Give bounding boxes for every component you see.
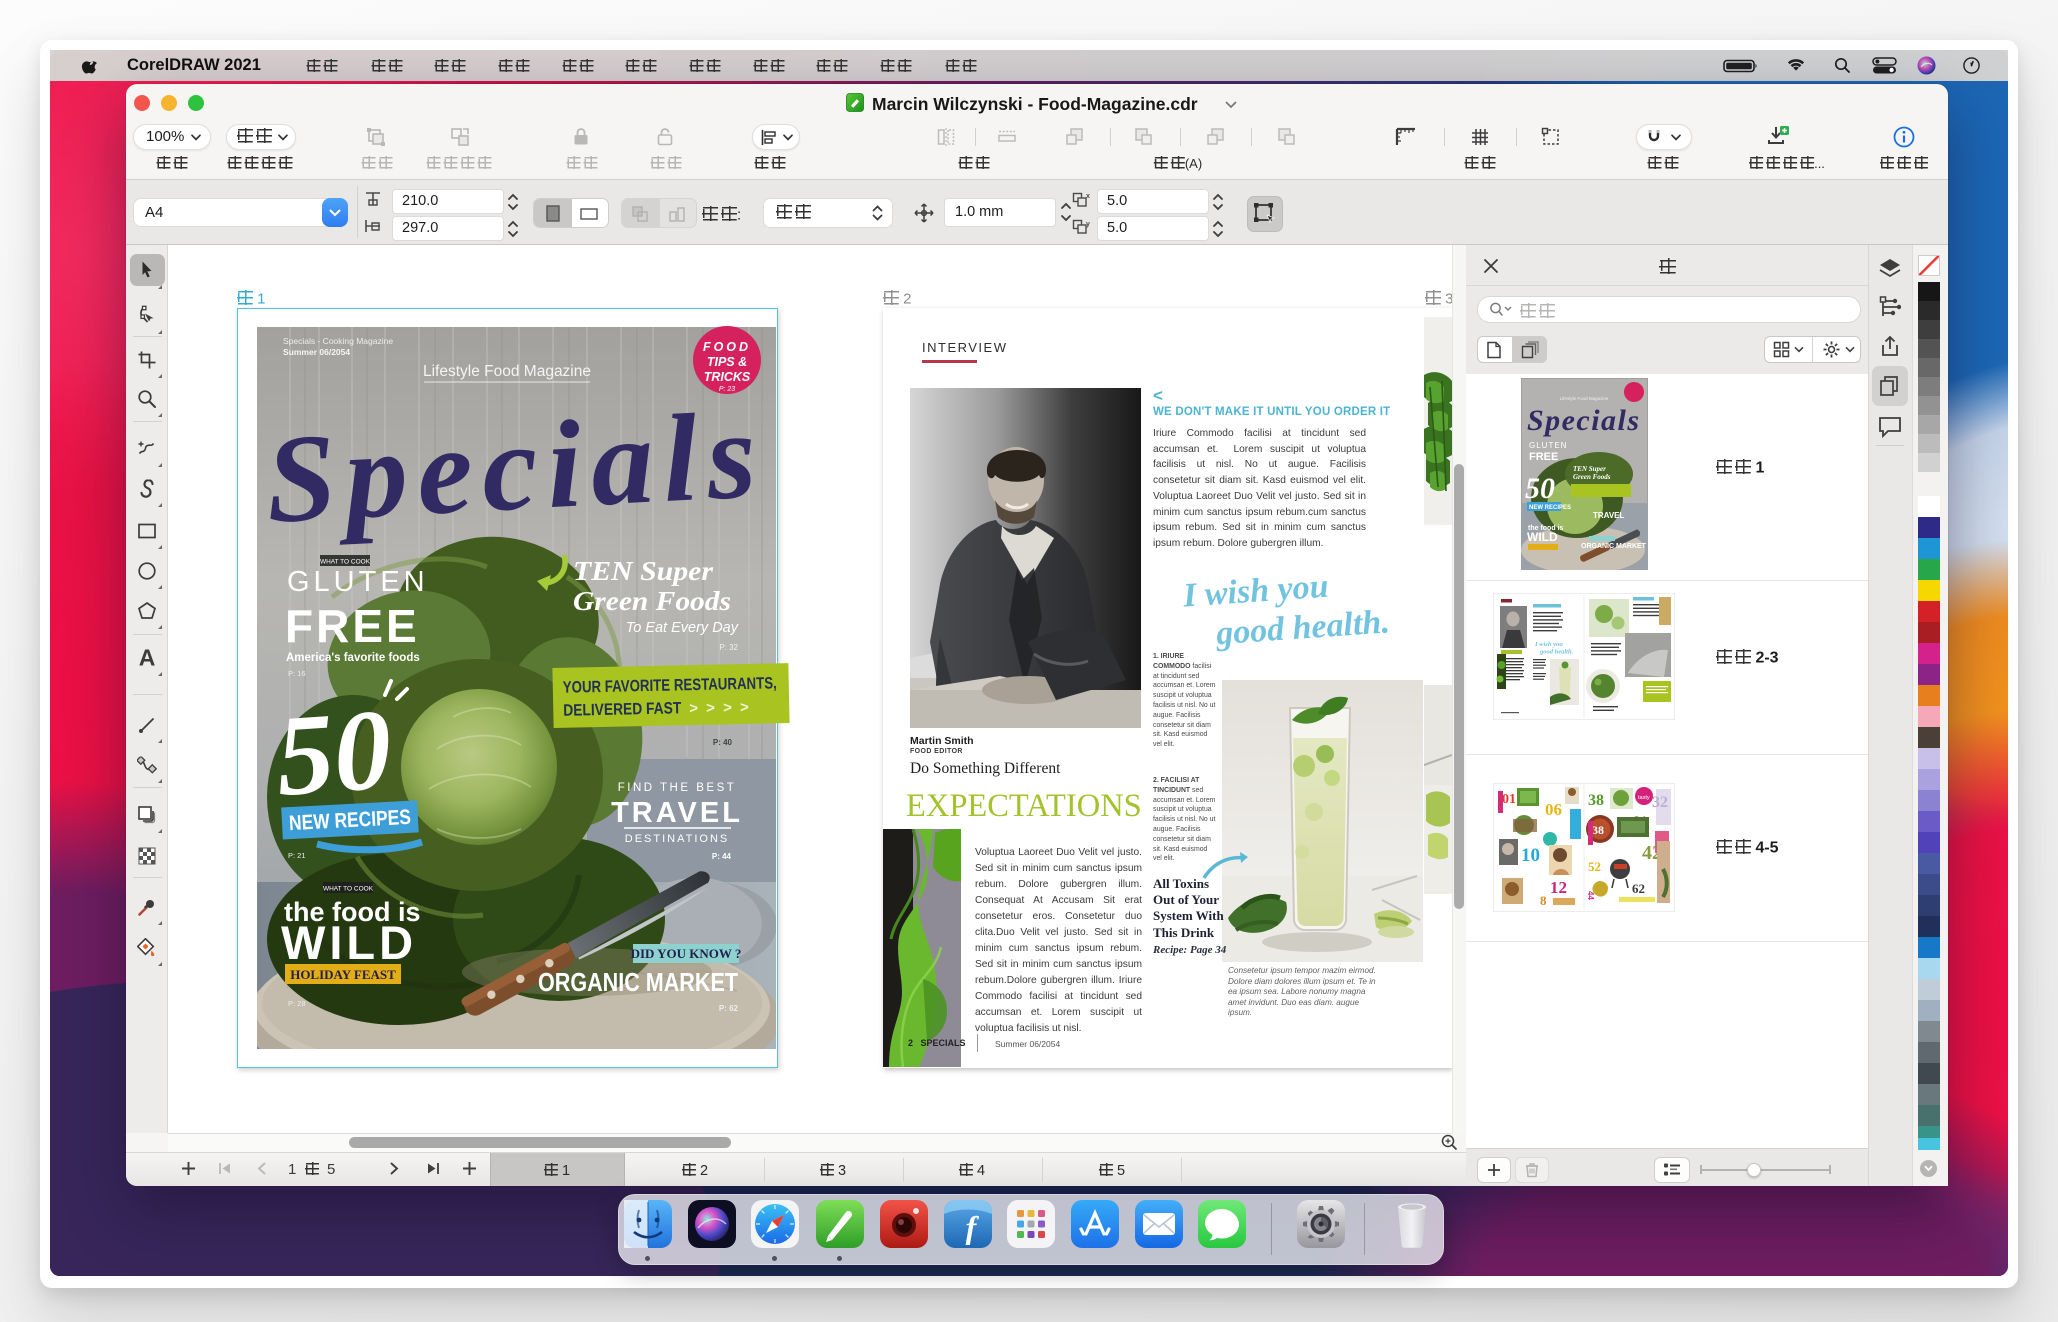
svg-text:TRAVEL: TRAVEL [611,797,743,829]
svg-text:Green Foods: Green Foods [573,586,731,616]
svg-text:DELIVERED FAST: DELIVERED FAST [563,699,681,719]
svg-text:06: 06 [1545,800,1562,819]
svg-text:good health.: good health. [1539,649,1574,656]
svg-text:TRICKS: TRICKS [704,370,751,384]
svg-text:44: 44 [1586,891,1595,900]
svg-text:P: 62: P: 62 [719,1004,739,1013]
svg-text:38: 38 [1588,792,1604,809]
svg-text:NEW RECIPES: NEW RECIPES [1529,505,1571,511]
svg-text:y: y [1086,221,1090,228]
svg-text:Lifestyle Food Magazine: Lifestyle Food Magazine [423,363,591,380]
svg-text:P: 44: P: 44 [712,852,732,861]
svg-text:62: 62 [1632,881,1645,896]
svg-text:GLUTEN: GLUTEN [287,566,429,598]
svg-text:> > > >: > > > > [689,699,751,717]
svg-text:Summer 06/2054: Summer 06/2054 [283,347,350,357]
svg-text:To Eat Every Day: To Eat Every Day [626,620,739,636]
svg-text:America's favorite foods: America's favorite foods [286,652,420,664]
svg-text:x: x [1086,193,1090,200]
svg-text:ORGANIC MARKET: ORGANIC MARKET [1581,543,1647,550]
svg-text:GLUTEN: GLUTEN [1529,441,1567,450]
svg-text:WILD: WILD [281,916,417,969]
svg-text:tasty: tasty [1638,795,1650,801]
svg-text:FIND THE BEST: FIND THE BEST [618,782,737,794]
svg-text:50: 50 [1525,472,1555,505]
svg-text:50: 50 [272,685,396,820]
svg-text:52: 52 [1588,859,1601,874]
svg-text:WHAT TO COOK: WHAT TO COOK [323,886,374,893]
svg-text:FREE: FREE [1529,451,1558,463]
svg-text:TEN Super: TEN Super [573,556,714,586]
svg-text:DESTINATIONS: DESTINATIONS [625,833,729,845]
svg-text:FREE: FREE [285,600,420,652]
svg-text:38: 38 [1592,823,1604,837]
svg-text:WHAT TO COOK: WHAT TO COOK [320,559,371,566]
svg-text:HOLIDAY FEAST: HOLIDAY FEAST [290,967,396,982]
svg-text:01: 01 [1502,792,1516,807]
svg-text:Specials - Cooking Magazine: Specials - Cooking Magazine [283,336,393,346]
svg-text:8: 8 [1540,893,1547,908]
svg-text:P: 21: P: 21 [288,851,306,860]
svg-text:TEN Super: TEN Super [1573,465,1606,473]
svg-text:P: 16: P: 16 [288,669,306,678]
svg-text:TIPS &: TIPS & [707,355,747,369]
svg-text:Green Foods: Green Foods [1573,473,1611,481]
svg-text:I wish you: I wish you [1534,641,1563,648]
svg-text:12: 12 [1550,878,1567,897]
svg-text:WILD: WILD [1527,530,1558,544]
svg-text:P: 28: P: 28 [288,999,306,1008]
svg-text:Lifestyle Food Magazine: Lifestyle Food Magazine [1560,396,1609,401]
svg-text:P: 40: P: 40 [713,738,733,747]
svg-text:P: 32: P: 32 [719,643,738,652]
svg-text:10: 10 [1521,845,1540,866]
svg-text:ORGANIC MARKET: ORGANIC MARKET [538,967,738,997]
svg-text:DID YOU KNOW ?: DID YOU KNOW ? [631,946,742,961]
svg-text:FOOD: FOOD [703,340,751,354]
svg-text:TRAVEL: TRAVEL [1593,511,1625,520]
